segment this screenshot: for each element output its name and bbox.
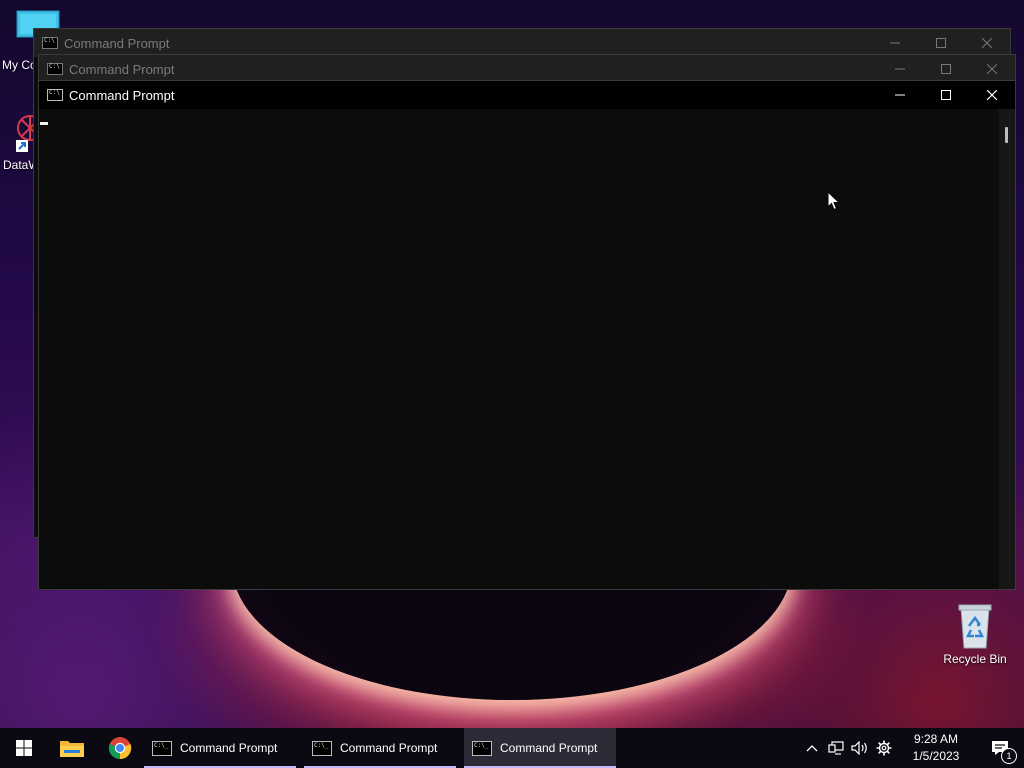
- system-tray: 9:28 AM 1/5/2023 1: [800, 728, 1024, 768]
- taskbar: Command Prompt Command Prompt Command Pr…: [0, 728, 1024, 768]
- taskbar-item-label: Command Prompt: [500, 741, 598, 755]
- notification-center-button[interactable]: 1: [976, 728, 1024, 768]
- window-title: Command Prompt: [64, 35, 170, 51]
- console-output[interactable]: [39, 109, 999, 589]
- windows-start-icon: [16, 740, 32, 756]
- window-titlebar[interactable]: Command Prompt: [39, 55, 1015, 83]
- close-button[interactable]: [969, 81, 1015, 109]
- network-button[interactable]: [824, 728, 848, 768]
- maximize-button[interactable]: [918, 29, 964, 57]
- maximize-icon: [941, 64, 951, 74]
- maximize-icon: [936, 38, 946, 48]
- chevron-up-icon: [806, 745, 818, 752]
- cmd-icon: [472, 740, 492, 756]
- volume-icon: [851, 741, 867, 755]
- window-titlebar[interactable]: Command Prompt: [34, 29, 1010, 57]
- file-explorer-button[interactable]: [48, 728, 96, 768]
- maximize-icon: [941, 90, 951, 100]
- gear-icon: [876, 740, 892, 756]
- window-title: Command Prompt: [69, 87, 175, 103]
- cmd-icon: [47, 63, 63, 75]
- close-icon: [987, 90, 997, 100]
- cmd-icon: [47, 89, 63, 101]
- close-icon: [987, 64, 997, 74]
- notification-count-badge: 1: [1001, 748, 1017, 764]
- minimize-button[interactable]: [877, 55, 923, 83]
- taskbar-item-label: Command Prompt: [340, 741, 438, 755]
- chrome-button[interactable]: [96, 728, 144, 768]
- minimize-button[interactable]: [877, 81, 923, 109]
- minimize-icon: [890, 42, 900, 44]
- minimize-button[interactable]: [872, 29, 918, 57]
- recycle-bin-icon: [958, 604, 992, 649]
- vertical-scrollbar[interactable]: [999, 109, 1015, 589]
- desktop: My Co DataW Recycle Bin Command Prompt: [0, 0, 1024, 768]
- taskbar-item-cmd-3[interactable]: Command Prompt: [464, 728, 616, 768]
- desktop-icon-label: My Co: [2, 58, 37, 72]
- taskbar-item-cmd-2[interactable]: Command Prompt: [304, 728, 456, 768]
- text-cursor: [40, 122, 48, 125]
- clock-time: 9:28 AM: [913, 732, 959, 746]
- maximize-button[interactable]: [923, 55, 969, 83]
- desktop-icon-label: Recycle Bin: [943, 652, 1007, 666]
- taskbar-item-label: Command Prompt: [180, 741, 278, 755]
- settings-button[interactable]: [872, 728, 896, 768]
- clock-date: 1/5/2023: [912, 749, 960, 763]
- minimize-icon: [895, 94, 905, 96]
- minimize-icon: [895, 68, 905, 70]
- folder-icon: [60, 741, 84, 757]
- window-titlebar[interactable]: Command Prompt: [39, 81, 1015, 109]
- close-icon: [982, 38, 992, 48]
- show-hidden-icons-button[interactable]: [800, 728, 824, 768]
- maximize-button[interactable]: [923, 81, 969, 109]
- desktop-icon-recycle-bin[interactable]: Recycle Bin: [940, 600, 1010, 666]
- cmd-icon: [152, 740, 172, 756]
- cmd-icon: [42, 37, 58, 49]
- scrollbar-thumb[interactable]: [1005, 127, 1008, 143]
- close-button[interactable]: [969, 55, 1015, 83]
- start-button[interactable]: [0, 728, 48, 768]
- volume-button[interactable]: [848, 728, 872, 768]
- network-icon: [828, 741, 844, 755]
- cmd-icon: [312, 740, 332, 756]
- mouse-pointer-icon: [827, 191, 841, 211]
- clock[interactable]: 9:28 AM 1/5/2023: [896, 731, 976, 765]
- close-button[interactable]: [964, 29, 1010, 57]
- chrome-icon: [108, 737, 132, 760]
- cmd-window-active[interactable]: Command Prompt: [38, 80, 1016, 590]
- window-title: Command Prompt: [69, 61, 175, 77]
- taskbar-item-cmd-1[interactable]: Command Prompt: [144, 728, 296, 768]
